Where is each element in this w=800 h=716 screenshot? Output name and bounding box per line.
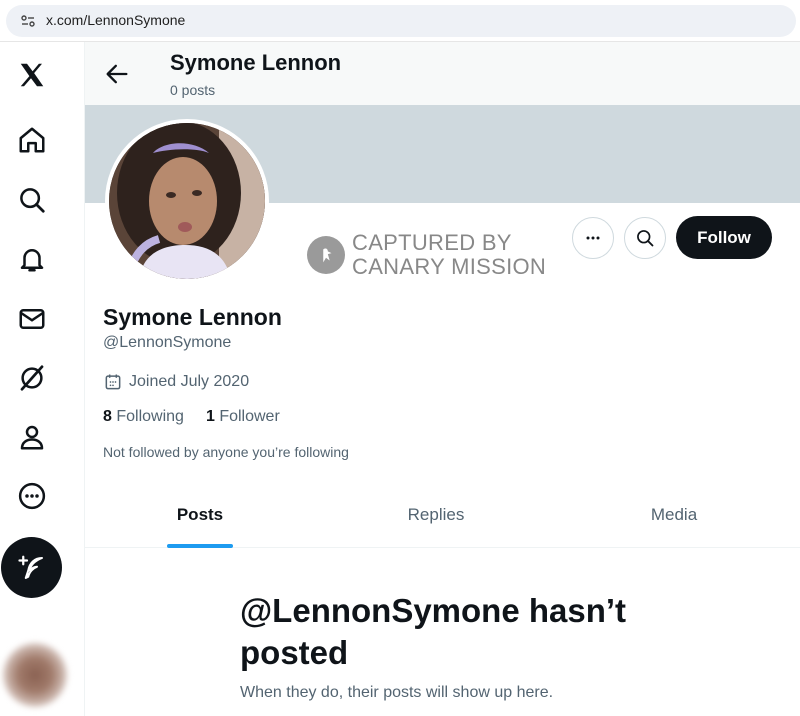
browser-address-bar: x.com/LennonSymone (0, 0, 800, 42)
site-settings-icon[interactable] (20, 13, 36, 29)
tab-replies[interactable]: Replies (321, 482, 551, 548)
mail-icon[interactable] (10, 297, 54, 341)
search-icon[interactable] (10, 178, 54, 222)
profile-header: Symone Lennon 0 posts (85, 42, 800, 105)
home-icon[interactable] (10, 118, 54, 162)
account-avatar[interactable] (2, 642, 68, 708)
compose-post-button[interactable] (1, 537, 62, 598)
back-arrow-icon[interactable] (103, 60, 131, 88)
url-text: x.com/LennonSymone (46, 12, 186, 28)
more-icon[interactable] (10, 474, 54, 518)
followed-by-note: Not followed by anyone you’re following (103, 444, 349, 460)
active-tab-indicator (167, 544, 233, 548)
url-field[interactable]: x.com/LennonSymone (6, 5, 796, 37)
following-label: Following (116, 408, 184, 425)
profile-column: Symone Lennon 0 posts CAPTURED BY CANARY… (84, 42, 800, 716)
empty-state-title: @LennonSymone hasn’t posted (240, 592, 627, 671)
followers-link[interactable]: 1 Follower (206, 408, 280, 426)
profile-tabs: Posts Replies Media (85, 482, 800, 548)
bell-icon[interactable] (10, 237, 54, 281)
left-navigation (0, 42, 68, 716)
ellipsis-icon (586, 236, 600, 240)
following-count: 8 (103, 408, 112, 425)
join-date-text: Joined July 2020 (129, 373, 250, 390)
profile-avatar[interactable] (105, 119, 269, 283)
tab-media[interactable]: Media (559, 482, 789, 548)
x-logo-icon[interactable] (10, 53, 54, 97)
post-count: 0 posts (170, 82, 216, 98)
followers-count: 1 (205, 408, 215, 425)
empty-state-subtitle: When they do, their posts will show up h… (240, 684, 554, 701)
follow-stats: 8 Following 1 Follower (103, 408, 280, 426)
watermark-line-2: CANARY MISSION (352, 254, 547, 279)
canary-logo-icon (307, 236, 345, 274)
grok-icon[interactable] (10, 356, 54, 400)
search-profile-button[interactable] (624, 217, 666, 259)
tab-posts[interactable]: Posts (85, 482, 315, 548)
join-date: Joined July 2020 (103, 372, 249, 392)
more-options-button[interactable] (572, 217, 614, 259)
followers-label: Follower (219, 408, 280, 425)
display-name: Symone Lennon (103, 304, 282, 330)
username: @LennonSymone (103, 334, 232, 351)
profile-icon[interactable] (10, 415, 54, 459)
feather-plus-icon (17, 555, 43, 579)
follow-button[interactable]: Follow (676, 216, 772, 259)
calendar-icon (105, 374, 121, 390)
search-icon (637, 230, 654, 247)
header-title: Symone Lennon (170, 50, 342, 75)
following-link[interactable]: 8 Following (103, 408, 184, 426)
watermark-line-1: CAPTURED BY (352, 230, 512, 255)
